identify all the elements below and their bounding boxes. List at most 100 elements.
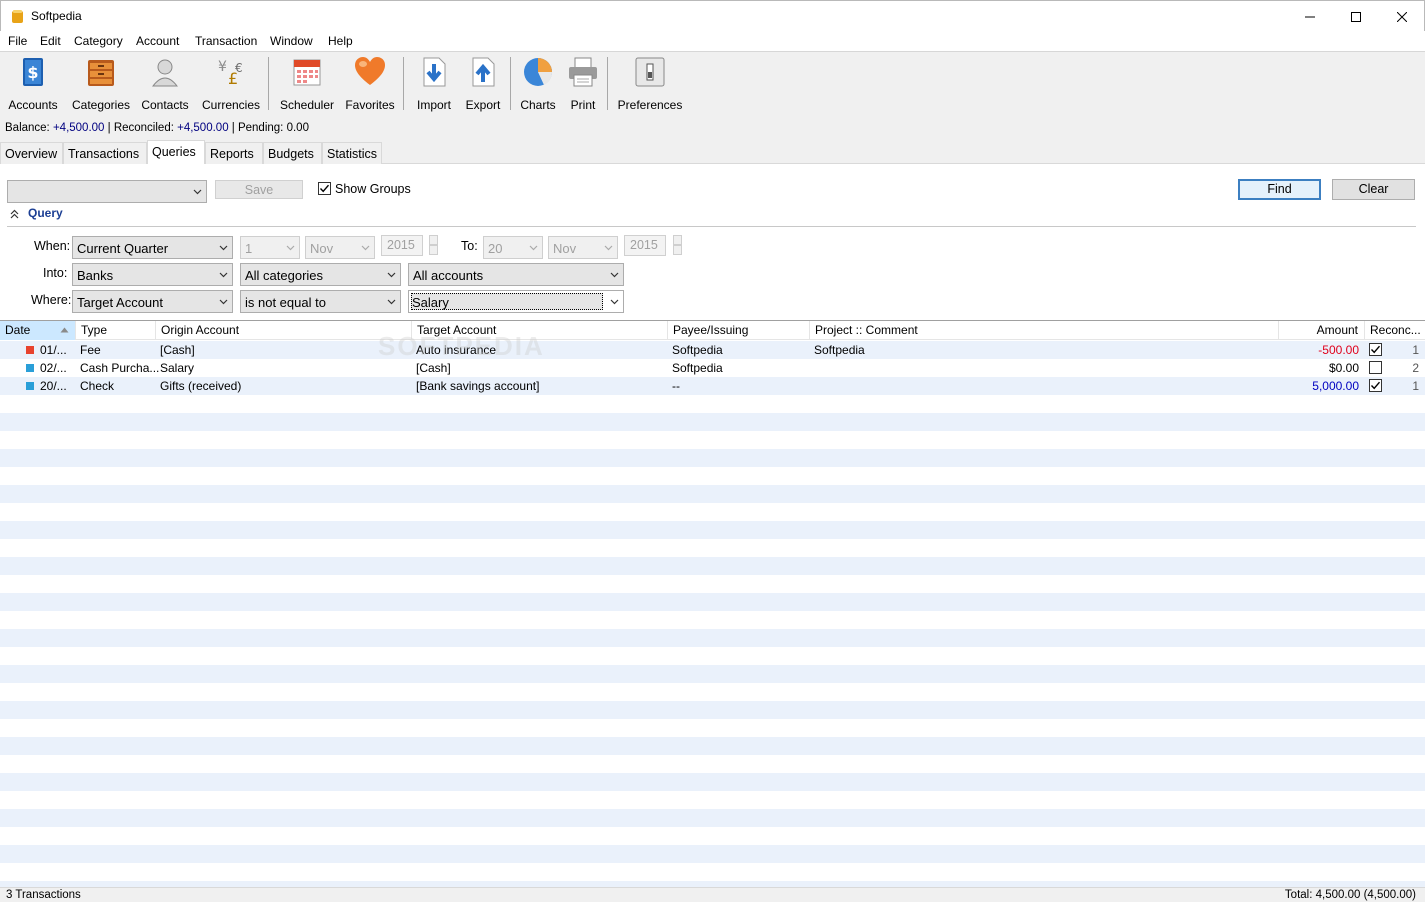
column-reconciled[interactable]: Reconc... [1365, 321, 1425, 340]
status-color-icon [26, 382, 34, 390]
status-bar: 3 Transactions Total: 4,500.00 (4,500.00… [0, 887, 1425, 902]
cell-date: 01/... [40, 343, 67, 357]
menu-transaction[interactable]: Transaction [195, 34, 257, 48]
transactions-table: Date Type Origin Account Target Account … [0, 320, 1425, 887]
spin-down-icon[interactable] [429, 245, 438, 255]
saved-query-select[interactable] [7, 180, 207, 203]
accounts-icon: $ [23, 58, 43, 86]
column-type[interactable]: Type [76, 321, 156, 340]
sort-ascending-icon [60, 327, 69, 333]
watermark: SOFTPEDIA [378, 331, 545, 361]
menu-file[interactable]: File [8, 34, 27, 48]
scheduler-button[interactable]: Scheduler [278, 56, 336, 112]
close-button[interactable] [1379, 1, 1425, 32]
reconciled-checkbox[interactable] [1369, 379, 1382, 392]
row-stripe [0, 593, 1425, 611]
spin-up-icon[interactable] [429, 235, 438, 245]
column-project-comment[interactable]: Project :: Comment [810, 321, 1279, 340]
show-groups-checkbox[interactable] [318, 182, 331, 195]
into-label: Into: [43, 266, 68, 280]
column-amount[interactable]: Amount [1279, 321, 1365, 340]
status-color-icon [26, 364, 34, 372]
save-button[interactable]: Save [215, 180, 303, 199]
spin-down-icon[interactable] [673, 245, 682, 255]
tab-queries[interactable]: Queries [147, 140, 205, 165]
find-button[interactable]: Find [1238, 179, 1321, 200]
menu-category[interactable]: Category [74, 34, 123, 48]
row-stripe [0, 521, 1425, 539]
minimize-button[interactable] [1287, 1, 1333, 32]
row-stripe [0, 773, 1425, 791]
column-origin-account[interactable]: Origin Account [156, 321, 412, 340]
charts-button[interactable]: Charts [516, 56, 560, 112]
spin-up-icon[interactable] [673, 235, 682, 245]
reconciled-checkbox[interactable] [1369, 361, 1382, 374]
total-amount: Total: 4,500.00 (4,500.00) [1284, 889, 1416, 901]
row-stripe [0, 629, 1425, 647]
reconciled-checkbox[interactable] [1369, 343, 1382, 356]
table-row[interactable]: 20/... Check Gifts (received) [Bank savings… [0, 377, 1425, 395]
menu-bar: File Edit Category Account Transaction W… [0, 31, 1425, 51]
chevron-down-icon [219, 272, 228, 278]
tab-overview[interactable]: Overview [0, 142, 63, 164]
categories-button[interactable]: Categories [70, 56, 132, 112]
pending-value: 0.00 [286, 122, 309, 134]
menu-window[interactable]: Window [270, 34, 313, 48]
to-year-spinner[interactable] [673, 235, 682, 255]
section-divider [7, 226, 1416, 227]
collapse-up-icon[interactable] [10, 209, 19, 219]
row-stripe [0, 683, 1425, 701]
import-button[interactable]: Import [412, 56, 456, 112]
from-year-spinner[interactable] [429, 235, 438, 255]
tab-statistics[interactable]: Statistics [322, 142, 382, 164]
row-stripe [0, 395, 1425, 413]
when-label: When: [34, 239, 71, 253]
where-operator-select[interactable]: is not equal to [240, 290, 401, 313]
cell-count: 2 [1412, 361, 1419, 375]
cell-origin: Salary [160, 361, 195, 375]
tab-bar: Overview Transactions Queries Reports Bu… [0, 140, 1425, 165]
where-field-select[interactable]: Target Account [72, 290, 233, 313]
export-button[interactable]: Export [461, 56, 505, 112]
chevron-down-icon [387, 299, 396, 305]
from-day-select[interactable]: 1 [240, 236, 300, 259]
row-stripe [0, 791, 1425, 809]
table-row[interactable]: 01/... Fee [Cash] Auto insurance Softpedia So… [0, 341, 1425, 359]
column-payee[interactable]: Payee/Issuing [668, 321, 810, 340]
row-stripe [0, 539, 1425, 557]
maximize-button[interactable] [1333, 1, 1379, 32]
to-day-select[interactable]: 20 [483, 236, 543, 259]
currencies-icon: ¥£€ [218, 59, 243, 88]
toolbar-separator [268, 57, 269, 110]
accounts-button[interactable]: $ Accounts [5, 56, 61, 112]
transaction-count: 3 Transactions [6, 889, 81, 901]
currencies-button[interactable]: ¥ £ € Currencies [201, 56, 261, 112]
tab-transactions[interactable]: Transactions [63, 142, 147, 164]
from-year-input[interactable]: 2015 [381, 235, 423, 256]
contacts-button[interactable]: Contacts [139, 56, 191, 112]
table-row[interactable]: 02/... Cash Purcha... Salary [Cash] Softpedi… [0, 359, 1425, 377]
accounts-select[interactable]: All accounts [408, 263, 624, 286]
print-button[interactable]: Print [564, 56, 602, 112]
cell-type: Cash Purcha... [80, 361, 160, 375]
clear-button[interactable]: Clear [1332, 179, 1415, 200]
from-month-select[interactable]: Nov [305, 236, 375, 259]
menu-help[interactable]: Help [328, 34, 353, 48]
menu-edit[interactable]: Edit [40, 34, 61, 48]
row-stripe [0, 809, 1425, 827]
favorites-button[interactable]: Favorites [343, 56, 397, 112]
tab-reports[interactable]: Reports [205, 142, 263, 164]
into-select[interactable]: Banks [72, 263, 233, 286]
tab-budgets[interactable]: Budgets [263, 142, 322, 164]
toolbar: $ Accounts Categories Contacts ¥ £ € Curre… [0, 51, 1425, 114]
preferences-button[interactable]: Preferences [616, 56, 684, 112]
to-year-input[interactable]: 2015 [624, 235, 666, 256]
to-month-select[interactable]: Nov [548, 236, 618, 259]
where-value-select[interactable]: Salary [408, 290, 624, 313]
menu-account[interactable]: Account [136, 34, 179, 48]
row-stripe [0, 647, 1425, 665]
when-select[interactable]: Current Quarter [72, 236, 233, 259]
category-select[interactable]: All categories [240, 263, 401, 286]
cell-count: 1 [1412, 379, 1419, 393]
column-date[interactable]: Date [0, 321, 76, 340]
